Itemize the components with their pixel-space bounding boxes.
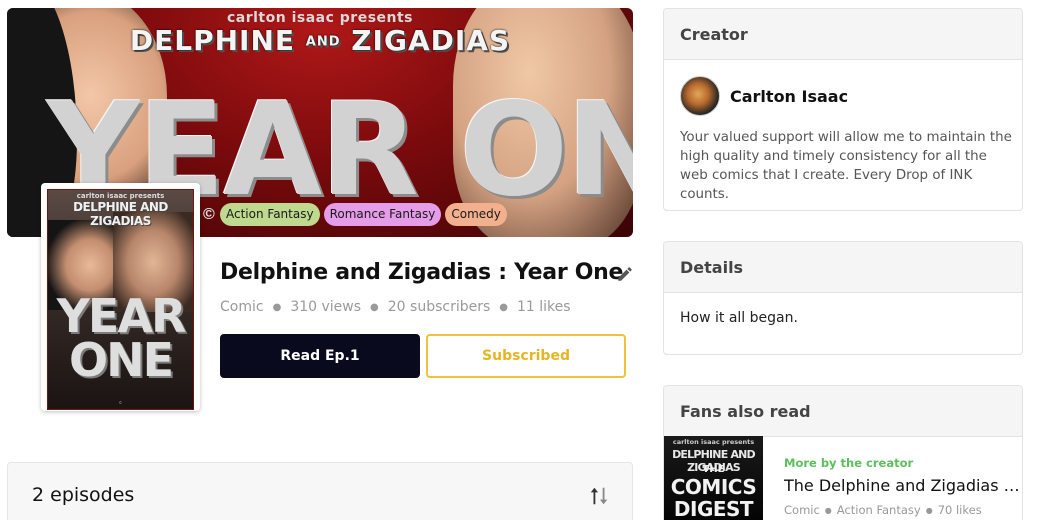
thumb-the-text: THE [702, 464, 725, 475]
recommended-comic-title[interactable]: The Delphine and Zigadias Comics Digest [784, 476, 1020, 495]
recommended-comic-type: Comic [784, 503, 820, 517]
recommended-comic-meta: Comic ● Action Fantasy ● 70 likes [784, 503, 982, 517]
cover-presents-text: carlton isaac presents [76, 192, 165, 200]
thumb-big-title: COMICS DIGEST [670, 475, 757, 520]
comic-cover-image: carlton isaac presents DELPHINE AND ZIGA… [47, 189, 194, 410]
subscriber-count: 20 subscribers [387, 299, 491, 315]
sort-icon[interactable] [588, 485, 610, 507]
separator-dot: ● [499, 301, 509, 313]
episode-count: 2 episodes [32, 484, 135, 506]
more-by-creator-label: More by the creator [784, 456, 914, 470]
recommended-comic[interactable]: carlton isaac presents DELPHINE AND ZIGA… [664, 436, 1022, 520]
comic-title: Delphine and Zigadias : Year One [220, 260, 624, 285]
creator-bio: Your valued support will allow me to mai… [680, 130, 1012, 202]
cover-copyright: © [119, 400, 122, 405]
copyright-icon: © [203, 206, 215, 223]
banner-series-and: AND [305, 34, 341, 50]
pencil-icon[interactable] [616, 265, 634, 283]
banner-series-logo: DELPHINE AND ZIGADIAS [7, 24, 633, 57]
details-text: How it all began. [680, 310, 798, 326]
separator-dot: ● [824, 505, 832, 515]
cover-title-line: ONE [68, 333, 174, 387]
cover-title: YEAR ONE [48, 289, 193, 387]
genre-tag[interactable]: Romance Fantasy [323, 203, 442, 226]
genre-tag[interactable]: Action Fantasy [220, 203, 320, 226]
thumb-presents-text: carlton isaac presents [672, 438, 755, 446]
view-count: 310 views [290, 299, 362, 315]
recommended-comic-likes: 70 likes [937, 503, 982, 517]
creator-card: Creator Carlton Isaac Your valued suppor… [663, 8, 1023, 211]
genre-tag[interactable]: Comedy [445, 203, 507, 226]
episodes-panel: 2 episodes [7, 462, 633, 520]
read-episode-button[interactable]: Read Ep.1 [220, 334, 420, 378]
comic-type: Comic [220, 299, 264, 315]
creator-card-heading: Creator [664, 9, 1022, 60]
subscribed-button[interactable]: Subscribed [426, 334, 626, 378]
separator-dot: ● [370, 301, 379, 313]
recommended-comic-genre: Action Fantasy [836, 503, 921, 517]
genre-tags: Action Fantasy Romance Fantasy Comedy [220, 203, 507, 226]
creator-profile-link[interactable]: Carlton Isaac [680, 76, 848, 116]
like-count: 11 likes [517, 299, 571, 315]
fans-also-read-card: Fans also read carlton isaac presents DE… [663, 385, 1023, 520]
comic-stats: Comic ● 310 views ● 20 subscribers ● 11 … [220, 299, 571, 315]
banner-series-right: ZIGADIAS [351, 24, 511, 57]
separator-dot: ● [925, 505, 933, 515]
cover-frame: carlton isaac presents DELPHINE AND ZIGA… [41, 183, 200, 411]
separator-dot: ● [272, 301, 282, 313]
fans-also-read-heading: Fans also read [664, 386, 1022, 437]
creator-name[interactable]: Carlton Isaac [730, 87, 848, 106]
details-card-heading: Details [664, 242, 1022, 293]
avatar[interactable] [680, 76, 720, 116]
cover-series-logo: DELPHINE AND ZIGADIAS [73, 200, 168, 228]
details-card: Details How it all began. [663, 241, 1023, 355]
recommended-comic-thumbnail[interactable]: carlton isaac presents DELPHINE AND ZIGA… [664, 436, 763, 520]
cover-title-line: YEAR [56, 289, 187, 343]
banner-series-left: DELPHINE [129, 24, 296, 57]
